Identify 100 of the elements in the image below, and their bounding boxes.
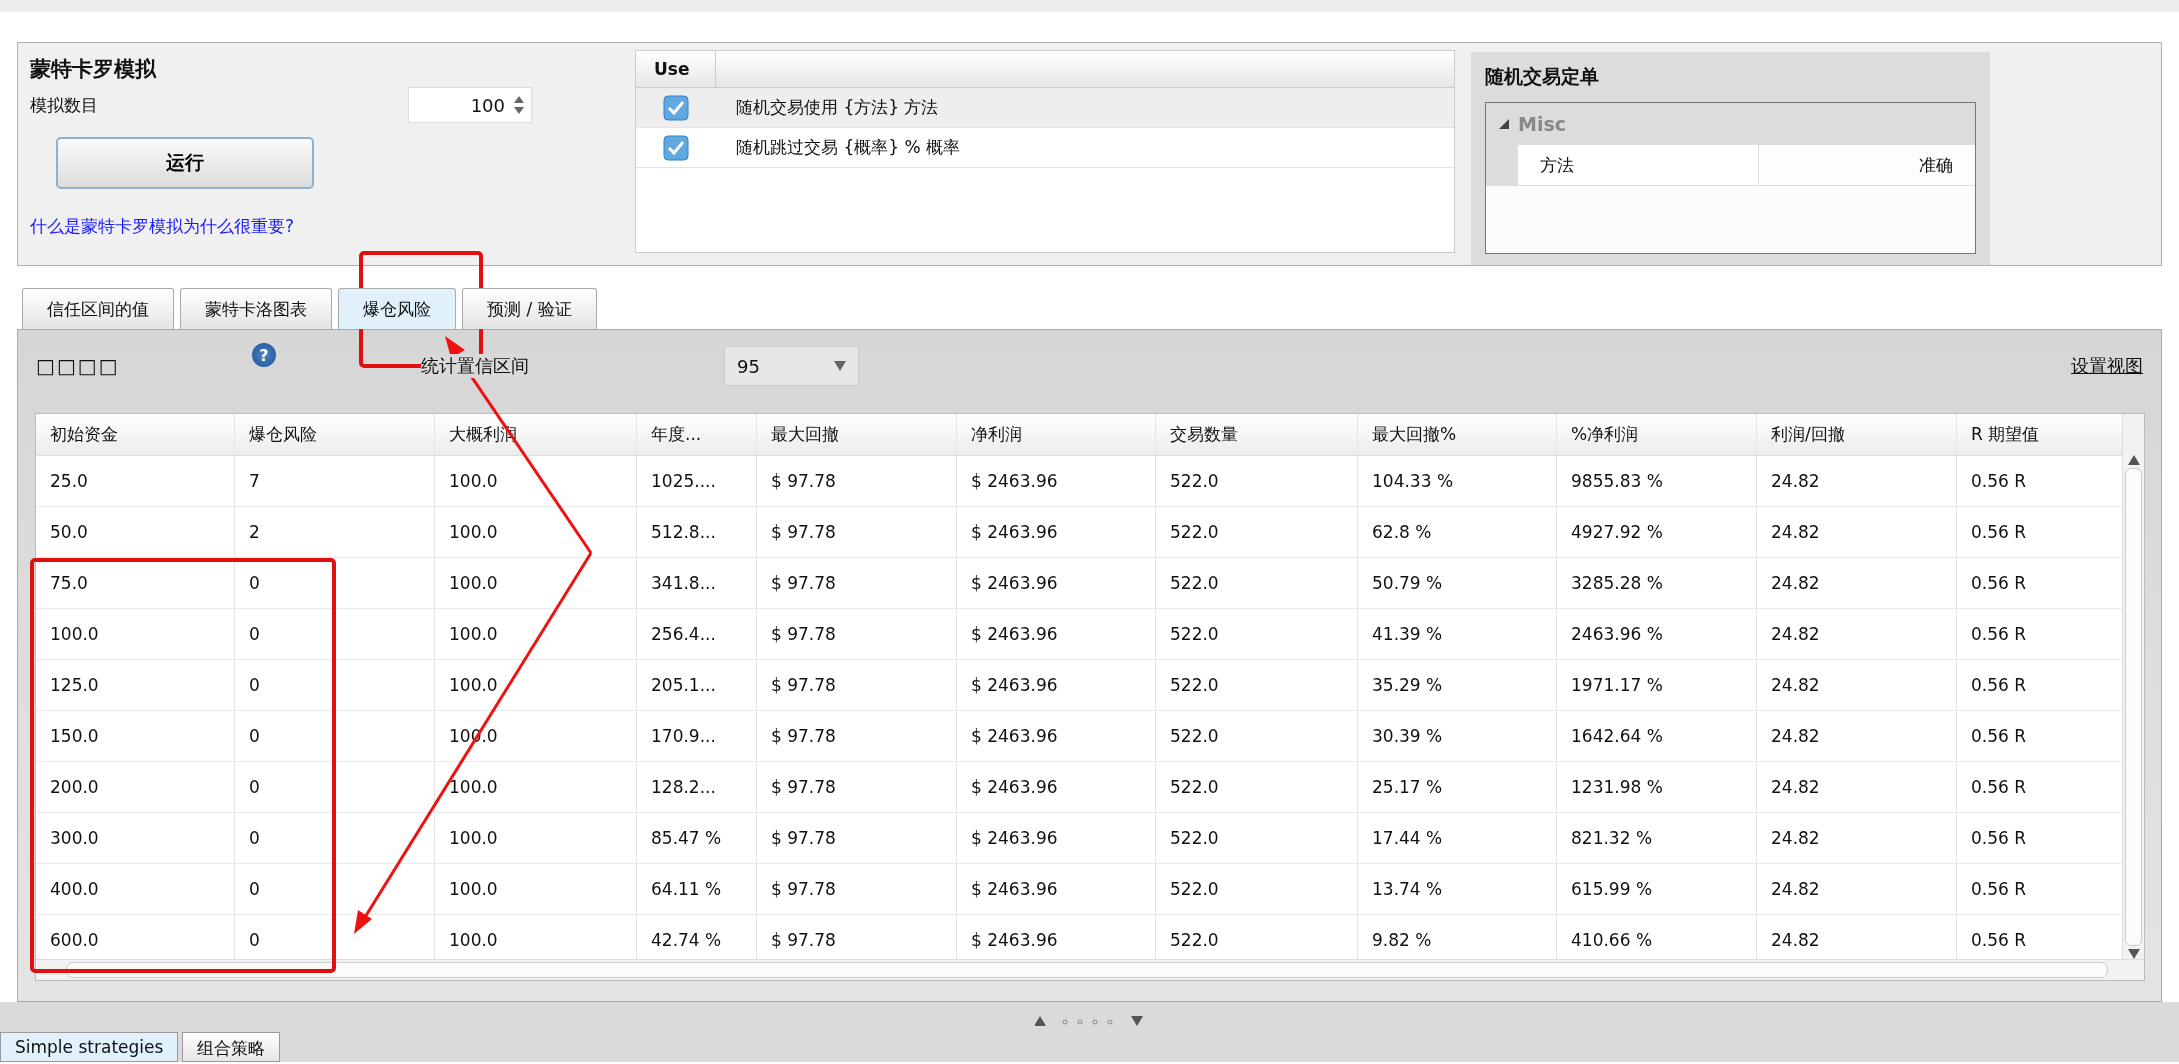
table-cell: 13.74 %	[1358, 864, 1557, 914]
table-cell: 2463.96 %	[1557, 609, 1757, 659]
column-header[interactable]: 年度...	[637, 414, 757, 455]
spinner-arrows-icon[interactable]	[513, 95, 525, 115]
scroll-up-icon[interactable]	[2127, 455, 2140, 465]
checkbox[interactable]	[663, 94, 689, 121]
table-cell: 50.0	[36, 507, 235, 557]
table-cell: 24.82	[1757, 507, 1957, 557]
table-cell: $ 2463.96	[957, 813, 1156, 863]
column-header[interactable]: 最大回撤	[757, 414, 957, 455]
table-cell: 100.0	[435, 456, 637, 506]
table-cell: 1025....	[637, 456, 757, 506]
table-cell: 24.82	[1757, 813, 1957, 863]
table-cell: 62.8 %	[1358, 507, 1557, 557]
table-cell: $ 97.78	[757, 456, 957, 506]
table-cell: 170.9...	[637, 711, 757, 761]
number-field[interactable]: 100	[408, 87, 532, 123]
splitter-handle-icon[interactable]	[1034, 1014, 1145, 1028]
table-cell: 7	[235, 456, 435, 506]
table-cell: 522.0	[1156, 711, 1358, 761]
table-cell: 100.0	[435, 813, 637, 863]
run-button[interactable]: 运行	[56, 137, 314, 189]
tab[interactable]: 预测 / 验证	[462, 288, 597, 329]
table-cell: 30.39 %	[1358, 711, 1557, 761]
table-cell: $ 97.78	[757, 660, 957, 710]
table-cell: 100.0	[435, 558, 637, 608]
option-row[interactable]: 随机交易使用 {方法} 方法	[636, 88, 1454, 128]
table-cell: 100.0	[435, 864, 637, 914]
column-header[interactable]: 初始资金	[36, 414, 235, 455]
table-cell: 24.82	[1757, 456, 1957, 506]
table-cell: $ 97.78	[757, 609, 957, 659]
table-cell: $ 2463.96	[957, 558, 1156, 608]
table-cell: 100.0	[435, 762, 637, 812]
table-cell: $ 97.78	[757, 813, 957, 863]
vertical-scrollbar[interactable]	[2122, 414, 2144, 959]
option-text: 随机跳过交易 {概率} % 概率	[735, 136, 960, 159]
table-cell: $ 2463.96	[957, 507, 1156, 557]
table-cell: 100.0	[435, 660, 637, 710]
table-cell: 17.44 %	[1358, 813, 1557, 863]
table-cell: 522.0	[1156, 762, 1358, 812]
column-header[interactable]: 交易数量	[1156, 414, 1358, 455]
table-cell: 85.47 %	[637, 813, 757, 863]
table-cell: $ 97.78	[757, 558, 957, 608]
table-cell: 0	[235, 711, 435, 761]
table-cell: $ 2463.96	[957, 864, 1156, 914]
table-cell: 821.32 %	[1557, 813, 1757, 863]
table-cell: 4927.92 %	[1557, 507, 1757, 557]
table-cell: $ 2463.96	[957, 711, 1156, 761]
table-cell: $ 2463.96	[957, 456, 1156, 506]
column-header[interactable]: 利润/回撤	[1757, 414, 1957, 455]
table-cell: 341.8...	[637, 558, 757, 608]
table-cell: 522.0	[1156, 813, 1358, 863]
horizontal-scrollbar[interactable]	[36, 959, 2144, 980]
table-cell: 2	[235, 507, 435, 557]
table-cell: 200.0	[36, 762, 235, 812]
table-cell: 150.0	[36, 711, 235, 761]
field-label: 模拟数目	[30, 93, 98, 117]
table-cell: 35.29 %	[1358, 660, 1557, 710]
table-cell: 24.82	[1757, 864, 1957, 914]
option-row[interactable]: 随机跳过交易 {概率} % 概率	[636, 128, 1454, 168]
table-cell: 25.0	[36, 456, 235, 506]
help-link[interactable]: 什么是蒙特卡罗模拟为什么很重要?	[30, 215, 625, 238]
panel-title: 随机交易定单	[1485, 65, 1599, 87]
table-cell: $ 2463.96	[957, 762, 1156, 812]
table-cell: 125.0	[36, 660, 235, 710]
settings-link[interactable]: 设置视图	[2071, 354, 2143, 378]
table-cell: 522.0	[1156, 507, 1358, 557]
table-cell: 522.0	[1156, 660, 1358, 710]
tab[interactable]: 爆仓风险	[338, 288, 456, 329]
tab[interactable]: 组合策略	[182, 1032, 281, 1062]
table-cell: $ 97.78	[757, 762, 957, 812]
triangle-icon[interactable]	[1498, 118, 1510, 130]
help-button[interactable]: ?	[252, 343, 276, 367]
table-cell: $ 97.78	[757, 711, 957, 761]
table-cell: 256.4...	[637, 609, 757, 659]
column-header[interactable]: 净利润	[957, 414, 1156, 455]
table-cell: 24.82	[1757, 558, 1957, 608]
table-cell: 522.0	[1156, 609, 1358, 659]
table-cell: 512.8...	[637, 507, 757, 557]
column-header[interactable]: 爆仓风险	[235, 414, 435, 455]
table-cell: 75.0	[36, 558, 235, 608]
table-cell: 615.99 %	[1557, 864, 1757, 914]
column-header[interactable]: 最大回撤%	[1358, 414, 1557, 455]
tab[interactable]: Simple strategies	[0, 1032, 179, 1062]
checkbox[interactable]	[663, 134, 689, 161]
column-header[interactable]: %净利润	[1557, 414, 1757, 455]
option-text: 随机交易使用 {方法} 方法	[735, 96, 939, 119]
table-cell: 24.82	[1757, 660, 1957, 710]
property-name: 方法	[1518, 145, 1759, 185]
confidence-dropdown[interactable]: 95	[724, 346, 859, 386]
tab[interactable]: 信任区间的值	[22, 288, 174, 329]
table-cell: 522.0	[1156, 456, 1358, 506]
tab[interactable]: 蒙特卡洛图表	[180, 288, 332, 329]
table-cell: $ 97.78	[757, 864, 957, 914]
table-cell: 3285.28 %	[1557, 558, 1757, 608]
table-cell: 1231.98 %	[1557, 762, 1757, 812]
table-cell: 522.0	[1156, 558, 1358, 608]
property-value[interactable]: 准确	[1759, 145, 1975, 185]
table-cell: 104.33 %	[1358, 456, 1557, 506]
table-cell: 1642.64 %	[1557, 711, 1757, 761]
